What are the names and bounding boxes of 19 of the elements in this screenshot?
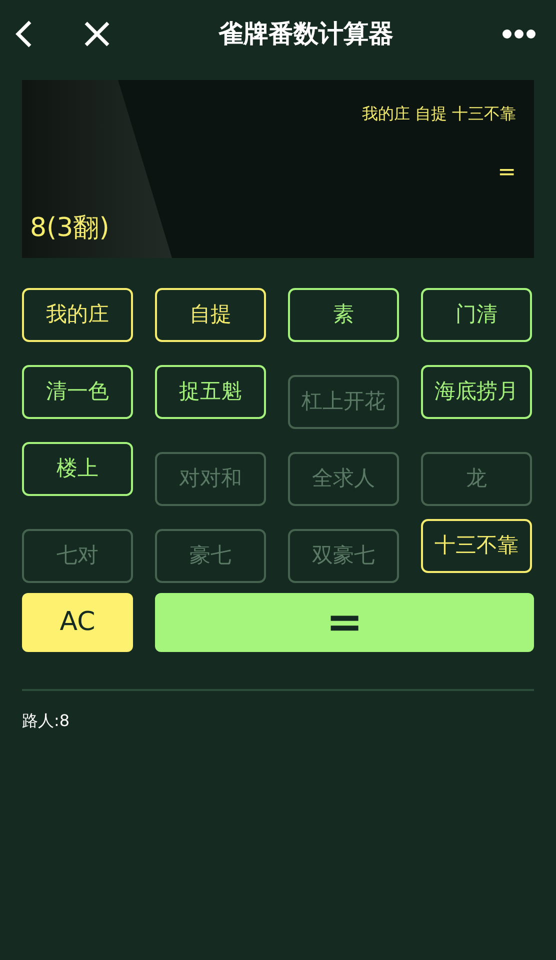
equals-button[interactable]: = — [155, 593, 534, 652]
more-icon[interactable] — [502, 29, 536, 39]
option-button[interactable]: 素 — [288, 288, 399, 342]
option-button[interactable]: 捉五魁 — [155, 365, 266, 419]
result-text: 8(3翻) — [30, 212, 110, 245]
operator-text: = — [498, 159, 516, 187]
option-button[interactable]: 十三不靠 — [421, 519, 532, 573]
option-button[interactable]: 海底捞月 — [421, 365, 532, 419]
back-icon[interactable] — [14, 20, 34, 48]
option-button[interactable]: 楼上 — [22, 442, 133, 496]
option-button[interactable]: 清一色 — [22, 365, 133, 419]
clear-button[interactable]: AC — [22, 593, 133, 652]
selection-text: 我的庄 自提 十三不靠 — [362, 103, 516, 125]
option-button[interactable]: 自提 — [155, 288, 266, 342]
page-title: 雀牌番数计算器 — [218, 19, 394, 48]
footer-text: 路人:8 — [22, 711, 70, 730]
option-button[interactable]: 门清 — [421, 288, 532, 342]
option-button[interactable]: 我的庄 — [22, 288, 133, 342]
close-icon[interactable] — [84, 21, 110, 47]
